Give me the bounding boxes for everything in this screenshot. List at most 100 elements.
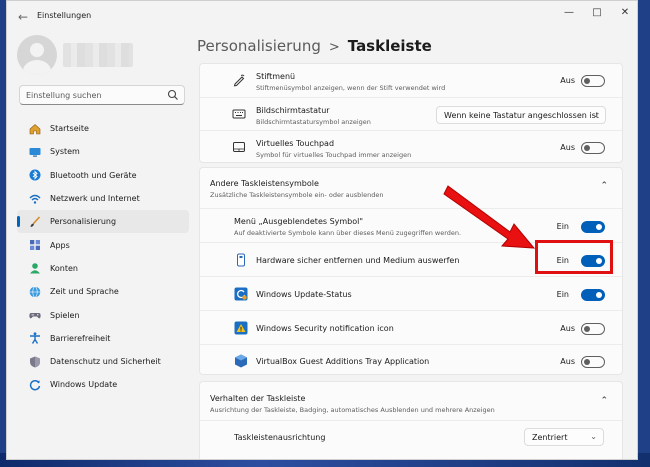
row-subtitle: Stiftmenüsymbol anzeigen, wenn der Stift… xyxy=(256,84,446,92)
sidebar-item-apps[interactable]: Apps xyxy=(17,233,189,256)
search-icon xyxy=(167,89,178,100)
sidebar-item-label: Personalisierung xyxy=(50,217,117,227)
stiftmenue-toggle[interactable] xyxy=(581,75,605,87)
row-title: Windows Security notification icon xyxy=(256,324,394,333)
page-title: Taskleiste xyxy=(347,37,432,55)
sidebar-nav: Startseite System Bluetooth und Geräte N… xyxy=(17,117,189,397)
section-title: Andere Taskleistensymbole xyxy=(210,179,319,188)
touchpad-icon xyxy=(233,142,245,152)
apps-icon xyxy=(30,240,40,251)
sidebar-item-zeit-sprache[interactable]: Zeit und Sprache xyxy=(17,280,189,303)
shield-icon xyxy=(30,356,40,368)
sidebar-item-konten[interactable]: Konten xyxy=(17,257,189,280)
sidebar-item-bluetooth[interactable]: Bluetooth und Geräte xyxy=(17,164,189,187)
row-title: Menü „Ausgeblendetes Symbol" xyxy=(234,217,364,226)
section-subtitle: Ausrichtung der Taskleiste, Badging, aut… xyxy=(210,406,495,414)
row-title: Taskleistenausrichtung xyxy=(234,433,326,442)
annotation-highlight-box xyxy=(535,240,613,274)
chevron-down-icon: ⌄ xyxy=(592,110,599,119)
home-icon xyxy=(29,123,41,134)
sidebar-item-datenschutz[interactable]: Datenschutz und Sicherheit xyxy=(17,350,189,373)
search-input[interactable]: Einstellung suchen xyxy=(19,85,185,105)
brush-icon xyxy=(30,216,41,227)
sidebar-item-label: Konten xyxy=(50,263,78,273)
app-title: Einstellungen xyxy=(37,11,92,20)
back-arrow-icon[interactable]: ← xyxy=(15,9,31,25)
virtuelles-touchpad-toggle[interactable] xyxy=(581,142,605,154)
stiftmenue-row: Stiftmenü Stiftmenüsymbol anzeigen, wenn… xyxy=(200,64,622,97)
gamepad-icon xyxy=(29,313,41,319)
sidebar-item-label: Spielen xyxy=(50,310,80,320)
sidebar-item-label: Startseite xyxy=(50,124,89,134)
toggle-state-label: Aus xyxy=(560,76,575,85)
windows-security-toggle[interactable] xyxy=(581,323,605,335)
avatar-body xyxy=(23,60,51,75)
sidebar-item-label: Netzwerk und Internet xyxy=(50,194,140,204)
sidebar-item-label: Barrierefreiheit xyxy=(50,333,111,343)
windows-update-status-toggle[interactable] xyxy=(581,289,605,301)
chevron-down-icon: ⌄ xyxy=(590,432,597,441)
breadcrumb-parent[interactable]: Personalisierung xyxy=(197,37,321,55)
row-title: Windows Update-Status xyxy=(256,290,352,299)
row-title: Hardware sicher entfernen und Medium aus… xyxy=(256,256,460,265)
chevron-up-icon[interactable]: ⌃ xyxy=(600,181,608,191)
breadcrumb-separator: > xyxy=(328,40,340,55)
virtualbox-icon xyxy=(235,354,247,368)
toggle-state-label: Ein xyxy=(556,222,569,231)
user-name-blurred xyxy=(63,43,133,67)
ausgeblendetes-symbol-toggle[interactable] xyxy=(581,221,605,233)
row-subtitle: Auf deaktivierte Symbole kann über diese… xyxy=(234,229,462,237)
avatar[interactable] xyxy=(17,35,57,75)
settings-window: ← Einstellungen — □ ✕ Einstellung suchen… xyxy=(6,0,638,460)
sidebar-item-barrierefreiheit[interactable]: Barrierefreiheit xyxy=(17,327,189,350)
row-subtitle: Bildschirmtastatursymbol anzeigen xyxy=(256,118,371,126)
sidebar-item-startseite[interactable]: Startseite xyxy=(17,117,189,140)
ausgeblendetes-symbol-row: Menü „Ausgeblendetes Symbol" Auf deaktiv… xyxy=(200,208,622,242)
close-button[interactable]: ✕ xyxy=(613,5,637,21)
sidebar-item-personalisierung[interactable]: Personalisierung xyxy=(17,210,189,234)
sidebar-item-spielen[interactable]: Spielen xyxy=(17,303,189,326)
bildschirmtastatur-row: Bildschirmtastatur Bildschirmtastatursym… xyxy=(200,97,622,130)
ausrichtung-dropdown[interactable]: Zentriert ⌄ xyxy=(524,428,604,446)
sidebar-item-label: Datenschutz und Sicherheit xyxy=(50,357,161,367)
bildschirmtastatur-dropdown[interactable]: Wenn keine Tastatur angeschlossen ist ⌄ xyxy=(436,106,606,124)
globe-clock-icon xyxy=(29,286,41,298)
virtualbox-toggle[interactable] xyxy=(581,356,605,368)
keyboard-icon xyxy=(232,109,246,119)
toggle-state-label: Aus xyxy=(560,143,575,152)
verhalten-taskleiste-card: Verhalten der Taskleiste Ausrichtung der… xyxy=(199,381,623,459)
title-bar: ← Einstellungen — □ ✕ xyxy=(7,1,637,33)
update-icon xyxy=(29,379,41,391)
accessibility-icon xyxy=(30,332,40,345)
sidebar-item-label: System xyxy=(50,147,80,157)
sidebar-item-system[interactable]: System xyxy=(17,140,189,163)
system-icon xyxy=(29,147,41,157)
sidebar-item-windows-update[interactable]: Windows Update xyxy=(17,373,189,396)
row-subtitle: Symbol für virtuelles Touchpad immer anz… xyxy=(256,151,412,159)
windows-update-icon xyxy=(234,287,248,301)
chevron-up-icon[interactable]: ⌃ xyxy=(600,396,608,406)
sidebar-item-label: Apps xyxy=(50,240,70,250)
sidebar-item-label: Windows Update xyxy=(50,380,118,390)
toggle-state-label: Aus xyxy=(560,357,575,366)
section-subtitle: Zusätzliche Taskleistensymbole ein- oder… xyxy=(210,191,384,199)
toggle-state-label: Aus xyxy=(560,324,575,333)
virtuelles-touchpad-row: Virtuelles Touchpad Symbol für virtuelle… xyxy=(200,130,622,163)
search-placeholder: Einstellung suchen xyxy=(26,91,102,100)
maximize-button[interactable]: □ xyxy=(585,5,609,21)
annotation-arrow-icon xyxy=(443,185,536,249)
minimize-button[interactable]: — xyxy=(557,5,581,21)
sidebar-item-label: Bluetooth und Geräte xyxy=(50,170,137,180)
network-icon xyxy=(29,194,41,204)
windows-update-status-row: Windows Update-Status Ein xyxy=(200,276,622,310)
breadcrumb: Personalisierung > Taskleiste xyxy=(197,37,432,55)
sidebar-item-netzwerk[interactable]: Netzwerk und Internet xyxy=(17,187,189,210)
dropdown-value: Zentriert xyxy=(532,433,568,442)
row-title: Stiftmenü xyxy=(256,72,296,81)
section-header-andere[interactable]: Andere Taskleistensymbole Zusätzliche Ta… xyxy=(200,168,622,208)
pen-icon xyxy=(233,74,245,87)
section-header-verhalten[interactable]: Verhalten der Taskleiste Ausrichtung der… xyxy=(200,382,622,420)
sidebar-item-label: Zeit und Sprache xyxy=(50,287,119,297)
row-title: Virtuelles Touchpad xyxy=(256,139,335,148)
bluetooth-icon xyxy=(29,169,41,181)
